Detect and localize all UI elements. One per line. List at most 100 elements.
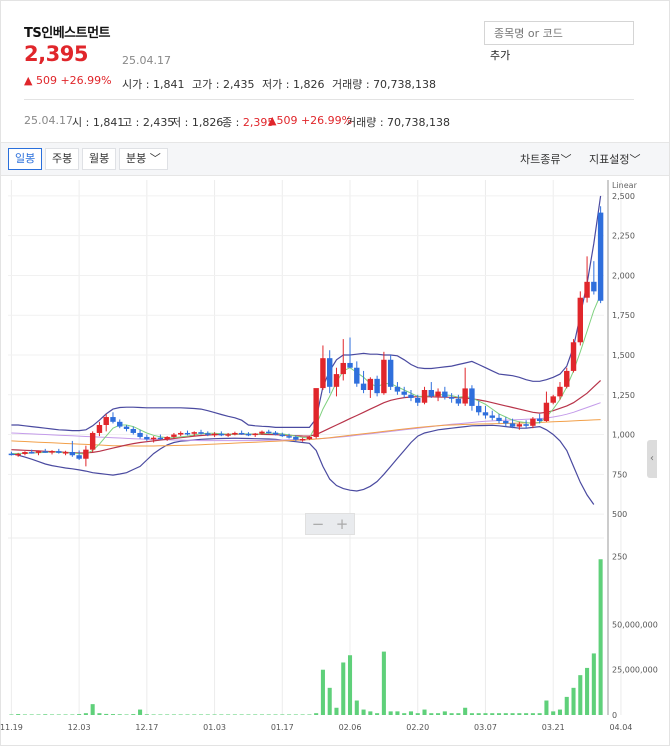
volume-bar — [280, 714, 285, 715]
tab-monthly[interactable]: 월봉 — [82, 148, 117, 170]
candle — [435, 388, 441, 402]
candle-body — [564, 370, 570, 387]
candle-body — [354, 367, 360, 384]
candle — [225, 432, 231, 437]
x-tick-label: 12.03 — [68, 723, 91, 732]
volume-bar — [334, 707, 339, 715]
candle — [570, 339, 577, 373]
volume-bar — [273, 714, 278, 715]
volume-bar — [29, 714, 34, 715]
zoom-out-button[interactable]: − — [306, 514, 330, 534]
candle-body — [381, 359, 387, 394]
volume-bar — [151, 714, 156, 715]
high-value: 고가 : 2,435 — [192, 76, 254, 92]
stock-search-input[interactable] — [484, 21, 634, 45]
candle — [543, 391, 550, 422]
candle-body — [462, 388, 468, 404]
candle-body — [69, 452, 76, 456]
volume-bar — [253, 714, 258, 715]
volume-number: 70,738,138 — [373, 78, 437, 91]
volume-bar — [138, 709, 143, 715]
volume-bar — [300, 714, 305, 715]
candle-body — [516, 424, 523, 427]
chart-type-dropdown[interactable]: 차트종류﹀ — [520, 151, 571, 167]
candle — [394, 382, 401, 395]
candle-body — [597, 212, 604, 301]
candle-body — [469, 388, 475, 406]
volume-bar — [347, 655, 353, 715]
ohlc-low: 저 : 1,826 — [171, 116, 224, 129]
candle-body — [408, 394, 414, 398]
candle — [428, 382, 435, 398]
candle-body — [367, 378, 374, 390]
volume-bar — [144, 714, 149, 715]
tab-weekly[interactable]: 주봉 — [45, 148, 80, 170]
candle — [238, 430, 245, 435]
y-tick-label: 750 — [612, 470, 627, 479]
add-button[interactable]: 추가 — [490, 47, 510, 63]
x-tick-label: 02.20 — [406, 723, 429, 732]
x-tick-label: 04.04 — [609, 723, 632, 732]
volume-bar — [232, 714, 237, 715]
candle — [387, 355, 394, 390]
volume-bar — [259, 714, 265, 715]
candle-body — [123, 426, 130, 429]
y-tick-label: 2,250 — [612, 232, 635, 241]
candle — [550, 394, 556, 405]
volume-bar — [537, 713, 542, 715]
volume-tick-label: 25,000,000 — [612, 666, 658, 675]
stock-chart[interactable]: Linear 2,500 2,250 2,000 1,750 1,500 1,250 1,00… — [0, 176, 670, 746]
x-tick-label: 03.21 — [542, 723, 565, 732]
volume-bar — [530, 713, 535, 715]
candle-body — [442, 391, 448, 398]
low-value: 저가 : 1,826 — [262, 76, 324, 92]
volume-bar — [341, 662, 346, 715]
candle-body — [550, 396, 556, 403]
candle-body — [496, 417, 502, 422]
side-panel-handle[interactable]: ‹ — [647, 440, 657, 478]
candle-body — [157, 437, 164, 440]
candle-body — [49, 451, 55, 453]
indicator-settings-dropdown[interactable]: 지표설정﹀ — [589, 151, 640, 167]
volume-bar — [395, 711, 400, 715]
candle-body — [306, 436, 313, 439]
candle-body — [333, 374, 340, 387]
tab-minute[interactable]: 분봉 ﹀ — [119, 148, 168, 170]
candle — [266, 429, 272, 434]
volume-bar — [571, 687, 576, 715]
candle — [347, 337, 353, 368]
candle-body — [22, 452, 28, 454]
tab-daily[interactable]: 일봉 — [8, 148, 43, 170]
volume-bar — [131, 714, 136, 715]
candle — [8, 451, 15, 456]
candle-body — [211, 433, 218, 436]
candle-body — [42, 451, 48, 453]
candle-body — [137, 432, 143, 437]
zoom-in-button[interactable]: + — [330, 514, 354, 534]
candle-body — [584, 281, 590, 298]
candle — [381, 351, 387, 395]
candle-body — [171, 434, 177, 437]
candle — [564, 367, 570, 389]
volume-bar — [22, 714, 27, 715]
candle — [177, 431, 184, 437]
candle-body — [96, 425, 103, 433]
candle — [299, 437, 306, 442]
volume-bar — [483, 713, 488, 715]
candle-body — [177, 432, 184, 435]
candle-body — [218, 433, 225, 436]
candle-body — [150, 437, 157, 440]
candle-body — [503, 421, 509, 424]
candle-body — [272, 432, 279, 435]
candle — [218, 431, 225, 437]
x-tick-label: 02.06 — [339, 723, 362, 732]
volume-bar — [503, 713, 508, 715]
volume-bar — [544, 700, 549, 715]
low-label: 저가 : — [262, 78, 293, 91]
volume-bar — [16, 714, 21, 715]
x-tick-label: 03.07 — [474, 723, 497, 732]
high-label: 고가 : — [192, 78, 223, 91]
x-tick-label: 12.17 — [135, 723, 158, 732]
candle — [523, 420, 529, 429]
candle-body — [245, 433, 252, 436]
